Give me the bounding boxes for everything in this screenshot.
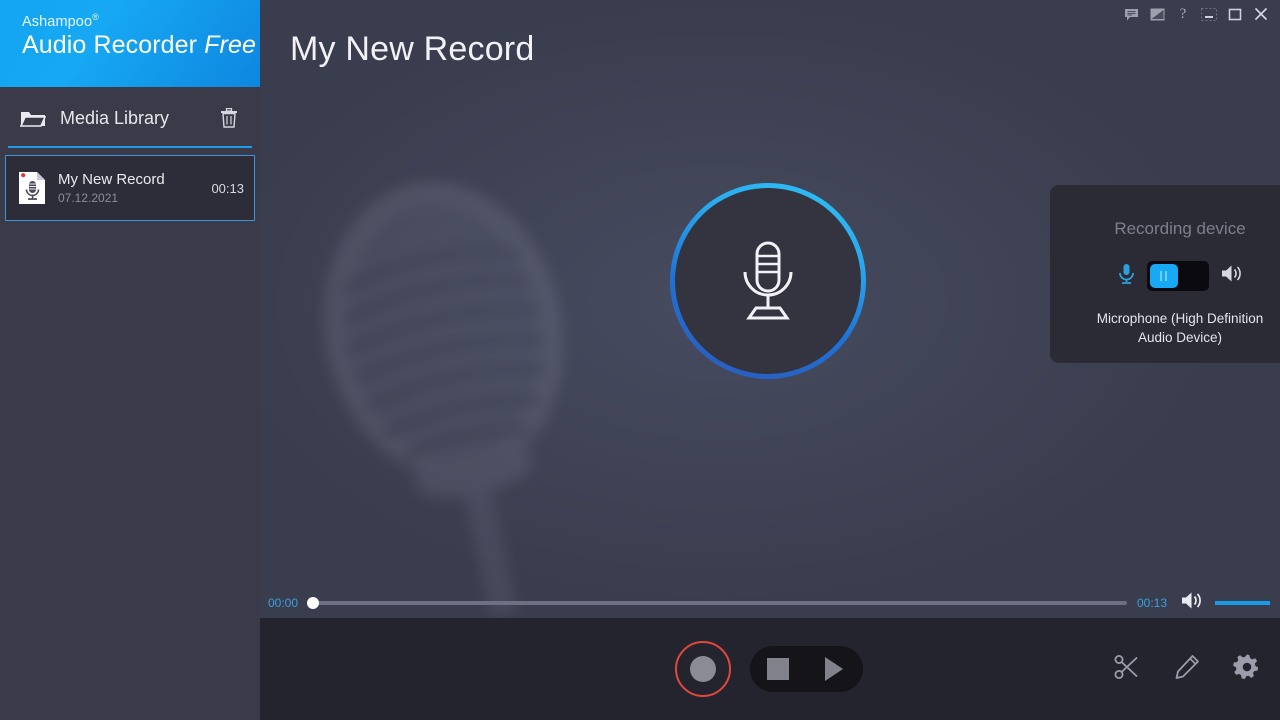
player-bar: 00:00 00:13 bbox=[260, 588, 1280, 618]
microphone-icon bbox=[1118, 263, 1135, 290]
toggle-knob bbox=[1149, 264, 1178, 288]
play-triangle-icon bbox=[825, 657, 843, 681]
page-title: My New Record bbox=[290, 30, 535, 68]
volume-slider[interactable] bbox=[1215, 598, 1270, 608]
media-library-label: Media Library bbox=[60, 107, 170, 128]
brand-header: Ashampoo® Audio Recorder Free bbox=[0, 0, 260, 87]
brand-product-text: Audio Recorder bbox=[22, 30, 205, 59]
speaker-icon bbox=[1221, 264, 1243, 288]
brand-product: Audio Recorder Free bbox=[22, 31, 260, 60]
seek-slider[interactable] bbox=[307, 595, 1127, 611]
folder-icon bbox=[19, 108, 47, 128]
sidebar: Ashampoo® Audio Recorder Free Media Libr… bbox=[0, 0, 260, 720]
media-library-underline bbox=[8, 146, 252, 148]
brand-company: Ashampoo® bbox=[22, 12, 260, 30]
recording-device-panel: Recording device Microphone (High Defini… bbox=[1050, 185, 1280, 363]
device-toggle-row bbox=[1118, 261, 1243, 291]
help-icon[interactable]: ? bbox=[1170, 1, 1196, 27]
app-window: Ashampoo® Audio Recorder Free Media Libr… bbox=[0, 0, 1280, 720]
list-item-duration: 00:13 bbox=[211, 180, 244, 196]
audio-document-icon bbox=[18, 171, 46, 205]
microphone-circle-button[interactable] bbox=[670, 183, 866, 379]
brand-edition: Free bbox=[204, 30, 256, 59]
bottom-toolbar bbox=[260, 618, 1280, 720]
background-microphone-watermark bbox=[324, 181, 564, 618]
trash-icon[interactable] bbox=[220, 107, 238, 128]
list-item-title: My New Record bbox=[58, 171, 165, 188]
list-item-date: 07.12.2021 bbox=[58, 191, 119, 205]
help-icon-glyph: ? bbox=[1179, 5, 1187, 22]
microphone-circle-inner bbox=[675, 188, 861, 374]
minimize-icon[interactable] bbox=[1196, 1, 1222, 27]
registered-mark: ® bbox=[92, 12, 99, 22]
editing-tools bbox=[1106, 644, 1268, 690]
maximize-icon[interactable] bbox=[1222, 1, 1248, 27]
brand-company-text: Ashampoo bbox=[22, 13, 93, 30]
stop-button[interactable] bbox=[750, 646, 806, 692]
close-icon[interactable] bbox=[1248, 1, 1274, 27]
recording-source-toggle[interactable] bbox=[1146, 261, 1209, 291]
current-time-label: 00:00 bbox=[268, 596, 299, 610]
volume-fill bbox=[1215, 601, 1270, 605]
microphone-icon bbox=[743, 241, 793, 320]
stop-square-icon bbox=[767, 658, 789, 680]
total-time-label: 00:13 bbox=[1136, 596, 1167, 610]
record-button[interactable] bbox=[675, 641, 731, 697]
seek-knob[interactable] bbox=[307, 597, 320, 609]
main-area: ? My New Record Recording device Microph… bbox=[260, 0, 1280, 720]
pencil-icon[interactable] bbox=[1166, 644, 1208, 690]
transport-controls bbox=[750, 646, 863, 692]
play-button[interactable] bbox=[806, 646, 862, 692]
gear-icon[interactable] bbox=[1226, 644, 1268, 690]
titlebar: ? bbox=[1118, 0, 1280, 28]
news-icon[interactable] bbox=[1144, 1, 1170, 27]
recording-device-title: Recording device bbox=[1114, 219, 1246, 238]
recording-device-name: Microphone (High Definition Audio Device… bbox=[1096, 311, 1264, 345]
scissors-icon[interactable] bbox=[1106, 644, 1148, 690]
list-item-meta: My New Record 07.12.2021 bbox=[58, 171, 211, 205]
record-dot bbox=[690, 656, 716, 682]
feedback-icon[interactable] bbox=[1118, 1, 1144, 27]
list-item[interactable]: My New Record 07.12.2021 00:13 bbox=[5, 155, 255, 221]
seek-track bbox=[308, 601, 1127, 605]
volume-icon[interactable] bbox=[1181, 591, 1203, 615]
sidebar-item-media-library[interactable]: Media Library bbox=[0, 87, 260, 149]
